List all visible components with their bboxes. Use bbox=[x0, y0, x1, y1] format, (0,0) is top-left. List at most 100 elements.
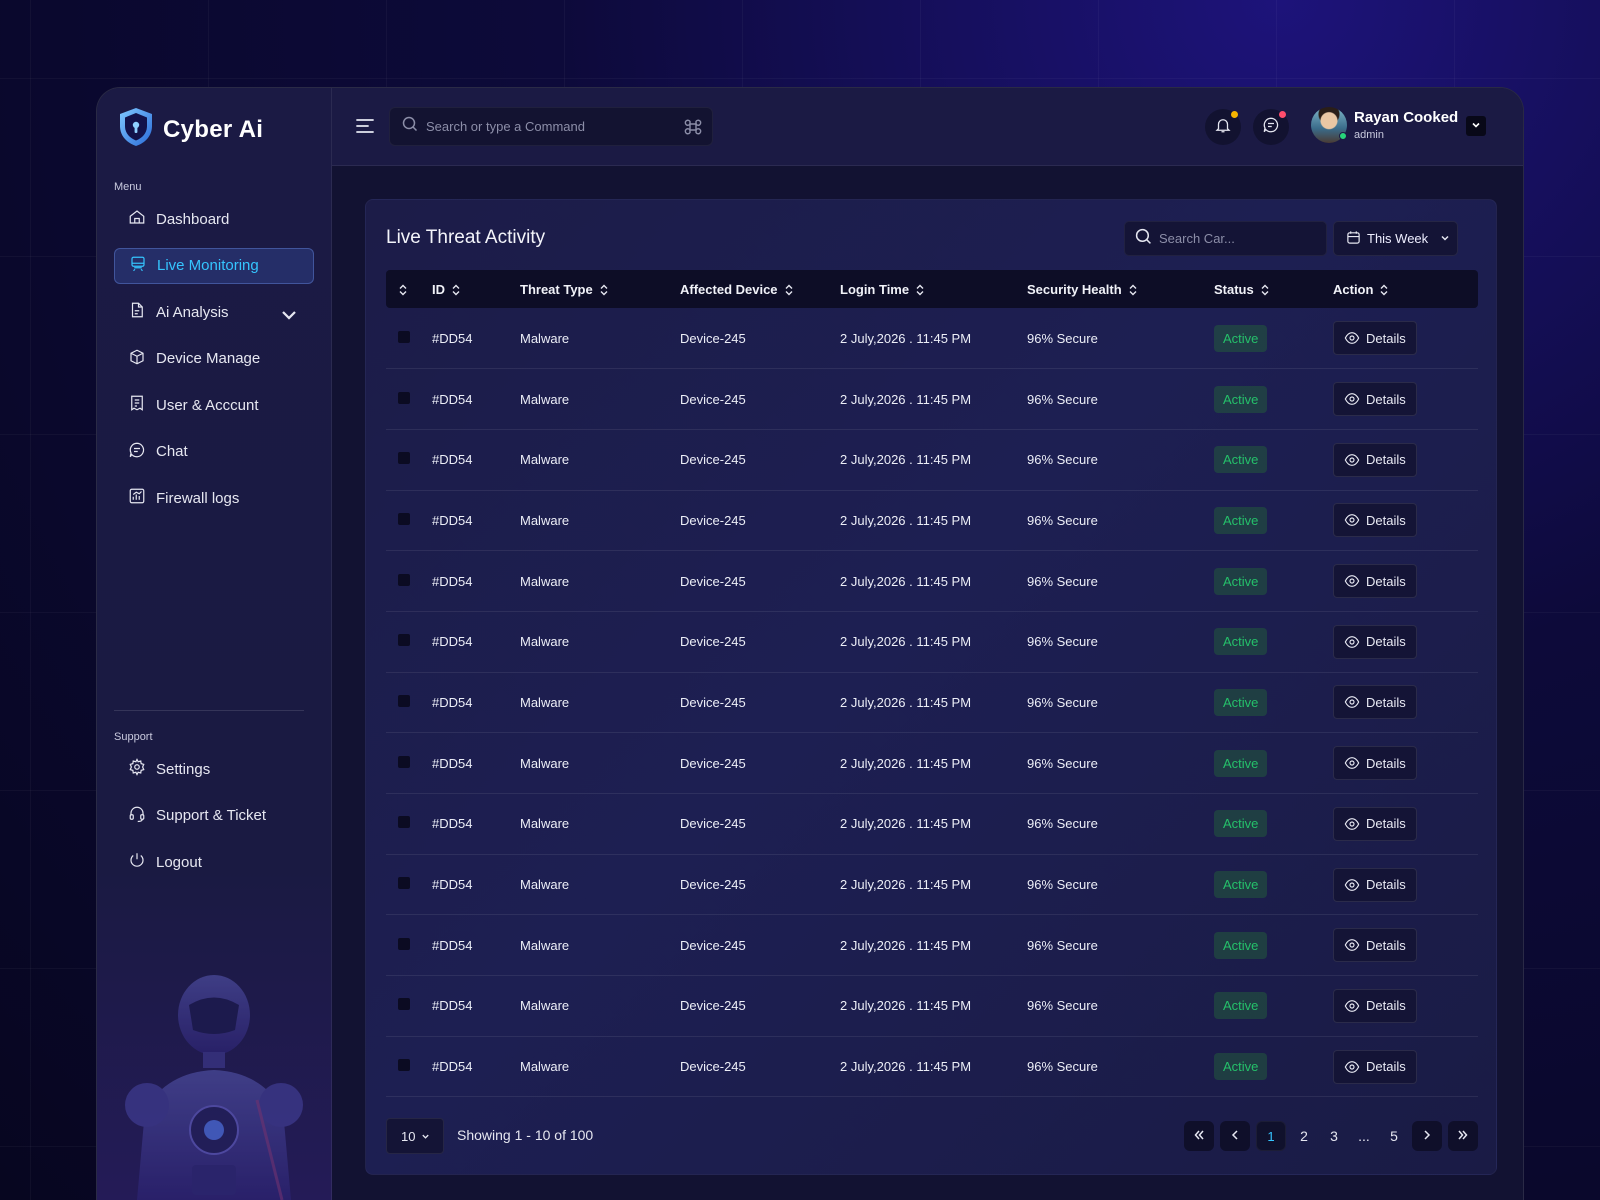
sort-icon[interactable] bbox=[915, 284, 925, 296]
sidebar-item-firewall-logs[interactable]: Firewall logs bbox=[114, 480, 314, 516]
page-5-button[interactable]: 5 bbox=[1382, 1128, 1406, 1144]
logo[interactable]: Cyber Ai bbox=[117, 106, 263, 153]
cell-affected-device: Device-245 bbox=[680, 391, 746, 407]
page-3-button[interactable]: 3 bbox=[1322, 1128, 1346, 1144]
details-button[interactable]: Details bbox=[1333, 442, 1417, 477]
sidebar-item-device-manage[interactable]: Device Manage bbox=[114, 341, 314, 377]
sidebar-item-chat[interactable]: Chat bbox=[114, 434, 314, 470]
details-button[interactable]: Details bbox=[1333, 1049, 1417, 1084]
details-button[interactable]: Details bbox=[1333, 564, 1417, 599]
sidebar-item-dashboard[interactable]: Dashboard bbox=[114, 201, 314, 237]
cell-security-health: 96% Secure bbox=[1027, 391, 1098, 407]
column-header-action[interactable]: Action bbox=[1333, 270, 1478, 308]
cell-security-health: 96% Secure bbox=[1027, 694, 1098, 710]
support-section-label: Support bbox=[114, 731, 153, 743]
card-title: Live Threat Activity bbox=[386, 227, 546, 248]
chevron-left-icon bbox=[1229, 1129, 1241, 1144]
details-button[interactable]: Details bbox=[1333, 321, 1417, 356]
command-search-box[interactable] bbox=[389, 107, 713, 146]
row-checkbox[interactable] bbox=[398, 1059, 410, 1072]
prev-page-button[interactable] bbox=[1220, 1121, 1250, 1151]
details-button[interactable]: Details bbox=[1333, 382, 1417, 417]
sort-icon[interactable] bbox=[1379, 284, 1389, 296]
notifications-button[interactable] bbox=[1205, 109, 1241, 145]
row-checkbox[interactable] bbox=[398, 694, 410, 707]
sidebar-item-user-account[interactable]: User & Acccunt bbox=[114, 387, 314, 423]
table-row: #DD54 Malware Device-245 2 July,2026 . 11:4… bbox=[386, 976, 1478, 1037]
first-page-button[interactable] bbox=[1184, 1121, 1214, 1151]
details-button[interactable]: Details bbox=[1333, 867, 1417, 902]
sort-icon[interactable] bbox=[1260, 284, 1270, 296]
row-checkbox[interactable] bbox=[398, 877, 410, 890]
details-button[interactable]: Details bbox=[1333, 503, 1417, 538]
column-header-status[interactable]: Status bbox=[1214, 270, 1333, 308]
sidebar-item-ai-analysis[interactable]: Ai Analysis bbox=[114, 294, 314, 330]
row-checkbox[interactable] bbox=[398, 391, 410, 404]
sort-icon[interactable] bbox=[451, 284, 461, 296]
page-size-select[interactable]: 10 bbox=[386, 1118, 444, 1154]
sort-icon[interactable] bbox=[599, 284, 609, 296]
sidebar-item-label: Ai Analysis bbox=[156, 303, 229, 321]
column-header-login-time[interactable]: Login Time bbox=[840, 270, 1027, 308]
row-checkbox[interactable] bbox=[398, 937, 410, 950]
cell-threat-type: Malware bbox=[520, 877, 570, 893]
page-2-button[interactable]: 2 bbox=[1292, 1128, 1316, 1144]
sidebar-item-label: Chat bbox=[156, 443, 188, 460]
sidebar-item-support-ticket[interactable]: Support & Ticket bbox=[114, 798, 314, 834]
details-button[interactable]: Details bbox=[1333, 988, 1417, 1023]
user-profile[interactable]: Rayan Cooked admin bbox=[1311, 107, 1458, 143]
select-all-sort[interactable] bbox=[386, 270, 432, 308]
row-checkbox[interactable] bbox=[398, 452, 410, 465]
details-label: Details bbox=[1366, 998, 1406, 1014]
cell-affected-device: Device-245 bbox=[680, 330, 746, 346]
sidebar-item-live-monitoring[interactable]: Live Monitoring bbox=[114, 247, 314, 284]
row-checkbox[interactable] bbox=[398, 330, 410, 343]
column-header-id[interactable]: ID bbox=[432, 270, 520, 308]
details-button[interactable]: Details bbox=[1333, 806, 1417, 841]
hamburger-menu-icon[interactable] bbox=[354, 115, 376, 137]
user-dropdown-button[interactable] bbox=[1466, 116, 1486, 136]
chevron-down-icon[interactable] bbox=[280, 306, 296, 320]
sidebar-item-settings[interactable]: Settings bbox=[114, 751, 314, 787]
cell-id: #DD54 bbox=[432, 634, 473, 650]
double-chevron-left-icon bbox=[1193, 1129, 1205, 1144]
sort-icon[interactable] bbox=[1128, 284, 1138, 296]
cell-affected-device: Device-245 bbox=[680, 816, 746, 832]
column-header-security-health[interactable]: Security Health bbox=[1027, 270, 1214, 308]
home-icon bbox=[128, 208, 146, 230]
row-checkbox[interactable] bbox=[398, 634, 410, 647]
eye-icon bbox=[1344, 877, 1360, 893]
row-checkbox[interactable] bbox=[398, 512, 410, 525]
period-select[interactable]: This Week bbox=[1333, 221, 1458, 256]
next-page-button[interactable] bbox=[1412, 1121, 1442, 1151]
details-button[interactable]: Details bbox=[1333, 685, 1417, 720]
cell-login-time: 2 July,2026 . 11:45 PM bbox=[840, 755, 972, 771]
sidebar-item-logout[interactable]: Logout bbox=[114, 844, 314, 880]
details-button[interactable]: Details bbox=[1333, 928, 1417, 963]
last-page-button[interactable] bbox=[1448, 1121, 1478, 1151]
messages-button[interactable] bbox=[1253, 109, 1289, 145]
content-area: Live Threat Activity This Week bbox=[332, 166, 1523, 1200]
row-checkbox[interactable] bbox=[398, 816, 410, 829]
cell-affected-device: Device-245 bbox=[680, 452, 746, 468]
sort-icon[interactable] bbox=[784, 284, 794, 296]
brand-name: Cyber Ai bbox=[163, 115, 264, 143]
row-checkbox[interactable] bbox=[398, 998, 410, 1011]
online-status-dot bbox=[1339, 132, 1347, 140]
eye-icon bbox=[1344, 998, 1360, 1014]
command-search-input[interactable] bbox=[426, 119, 676, 134]
sort-icon[interactable] bbox=[398, 284, 408, 296]
sidebar-item-label: Live Monitoring bbox=[157, 257, 259, 274]
table-search-input[interactable] bbox=[1159, 231, 1319, 246]
page-1-button[interactable]: 1 bbox=[1256, 1121, 1286, 1151]
details-button[interactable]: Details bbox=[1333, 624, 1417, 659]
table-search-box[interactable] bbox=[1124, 221, 1327, 256]
column-header-threat-type[interactable]: Threat Type bbox=[520, 270, 680, 308]
cell-login-time: 2 July,2026 . 11:45 PM bbox=[840, 573, 972, 589]
cell-threat-type: Malware bbox=[520, 998, 570, 1014]
details-button[interactable]: Details bbox=[1333, 746, 1417, 781]
row-checkbox[interactable] bbox=[398, 755, 410, 768]
column-header-affected-device[interactable]: Affected Device bbox=[680, 270, 840, 308]
row-checkbox[interactable] bbox=[398, 573, 410, 586]
cell-security-health: 96% Secure bbox=[1027, 877, 1098, 893]
